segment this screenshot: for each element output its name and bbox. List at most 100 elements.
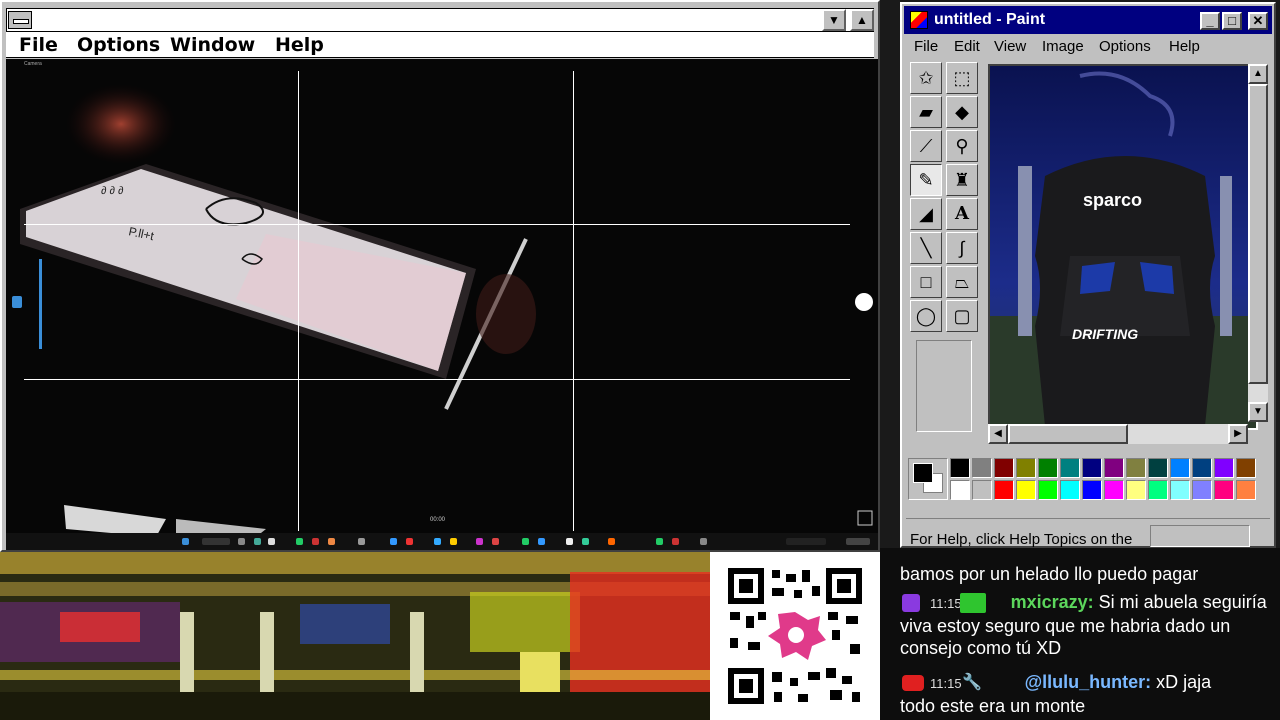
- brush-icon[interactable]: ♜: [946, 164, 978, 196]
- window-titlebar[interactable]: [6, 8, 874, 32]
- camera-preview: Camera P.ll+t ∂ ∂ ∂ 00:00: [6, 59, 878, 550]
- color-swatch[interactable]: [1104, 480, 1124, 500]
- close-button[interactable]: ✕: [1248, 12, 1268, 30]
- ellipse-icon[interactable]: ◯: [910, 300, 942, 332]
- color-swatch[interactable]: [1192, 458, 1212, 478]
- status-bar: For Help, click Help Topics on the: [906, 518, 1270, 548]
- color-swatch[interactable]: [972, 458, 992, 478]
- vertical-scroll-thumb[interactable]: [1248, 84, 1268, 384]
- tool-options[interactable]: [916, 340, 972, 432]
- menu-options[interactable]: Options: [77, 34, 160, 56]
- color-palette: [908, 458, 1256, 504]
- free-select-icon[interactable]: ✩: [910, 62, 942, 94]
- chat-message-cont: viva estoy seguro que me habria dado un: [900, 616, 1231, 636]
- svg-text:DRIFTING: DRIFTING: [1072, 326, 1138, 342]
- color-swatch[interactable]: [1060, 480, 1080, 500]
- menu-help[interactable]: Help: [1169, 38, 1200, 55]
- foreground-color: [913, 463, 933, 483]
- airbrush-icon[interactable]: ◢: [910, 198, 942, 230]
- swatch-grid: [950, 458, 1256, 504]
- youtube-icon: [902, 675, 924, 691]
- color-swatch[interactable]: [994, 480, 1014, 500]
- color-swatch[interactable]: [1016, 480, 1036, 500]
- maximize-button[interactable]: □: [1222, 12, 1242, 30]
- color-swatch[interactable]: [1038, 480, 1058, 500]
- chat-message-partial: bamos por un helado llo puedo pagar: [900, 564, 1199, 584]
- grid-line: [298, 71, 299, 531]
- color-swatch[interactable]: [1060, 458, 1080, 478]
- color-swatch[interactable]: [950, 480, 970, 500]
- menu-image[interactable]: Image: [1042, 38, 1084, 55]
- search-icon[interactable]: [202, 538, 230, 545]
- menu-help[interactable]: Help: [275, 34, 324, 56]
- color-swatch[interactable]: [1126, 480, 1146, 500]
- pencil-icon[interactable]: ✎: [910, 164, 942, 196]
- glitch-video: [0, 552, 710, 720]
- color-swatch[interactable]: [1192, 480, 1212, 500]
- menu-options[interactable]: Options: [1099, 38, 1151, 55]
- color-swatch[interactable]: [1082, 480, 1102, 500]
- fill-icon[interactable]: ◆: [946, 96, 978, 128]
- grid-line: [24, 379, 850, 380]
- canvas-image: sparco DRIFTING: [990, 66, 1256, 428]
- color-swatch[interactable]: [1082, 458, 1102, 478]
- start-icon[interactable]: [182, 538, 189, 545]
- chat-message-cont: consejo como tú XD: [900, 638, 1062, 658]
- eraser-icon[interactable]: ▰: [910, 96, 942, 128]
- horizontal-scrollbar[interactable]: ◀ ▶: [988, 424, 1248, 444]
- rectangle-icon[interactable]: □: [910, 266, 942, 298]
- paint-menu-bar: File Edit View Image Options Help: [904, 34, 1272, 60]
- scroll-right-icon[interactable]: ▶: [1228, 424, 1248, 444]
- chat-time: 11:15: [930, 596, 962, 611]
- paint-canvas[interactable]: sparco DRIFTING: [988, 64, 1258, 430]
- color-swatch[interactable]: [1148, 480, 1168, 500]
- color-swatch[interactable]: [1214, 458, 1234, 478]
- color-swatch[interactable]: [1236, 480, 1256, 500]
- paint-titlebar[interactable]: untitled - Paint _ □ ✕: [904, 6, 1272, 34]
- status-text: For Help, click Help Topics on the: [910, 531, 1133, 548]
- polygon-icon[interactable]: ⏢: [946, 266, 978, 298]
- wrench-icon: 🔧: [962, 674, 982, 691]
- menu-file[interactable]: File: [914, 38, 938, 55]
- maximize-button[interactable]: ▲: [850, 9, 874, 31]
- system-menu-icon[interactable]: [8, 11, 32, 29]
- minimize-button[interactable]: _: [1200, 12, 1220, 30]
- menu-edit[interactable]: Edit: [954, 38, 980, 55]
- recording-timer: 00:00: [430, 517, 446, 523]
- color-swatch[interactable]: [994, 458, 1014, 478]
- horizontal-scroll-thumb[interactable]: [1008, 424, 1128, 444]
- minimize-button[interactable]: ▼: [822, 9, 846, 31]
- curve-icon[interactable]: ∫: [946, 232, 978, 264]
- rounded-rect-icon[interactable]: ▢: [946, 300, 978, 332]
- scroll-up-icon[interactable]: ▲: [1248, 64, 1268, 84]
- color-swatch[interactable]: [1170, 458, 1190, 478]
- text-icon[interactable]: A: [946, 198, 978, 230]
- color-swatch[interactable]: [972, 480, 992, 500]
- color-swatch[interactable]: [1016, 458, 1036, 478]
- chat-text: Si mi abuela seguiría: [1098, 592, 1267, 612]
- vertical-scrollbar[interactable]: ▲ ▼: [1248, 64, 1268, 422]
- color-swatch[interactable]: [1126, 458, 1146, 478]
- scroll-down-icon[interactable]: ▼: [1248, 402, 1268, 422]
- menu-window[interactable]: Window: [170, 34, 255, 56]
- svg-text:∂ ∂ ∂: ∂ ∂ ∂: [101, 185, 124, 197]
- color-swatch[interactable]: [1104, 458, 1124, 478]
- scroll-left-icon[interactable]: ◀: [988, 424, 1008, 444]
- menu-view[interactable]: View: [994, 38, 1026, 55]
- chat-username: mxicrazy:: [1010, 592, 1094, 612]
- grid-line: [24, 224, 850, 225]
- current-colors[interactable]: [908, 458, 948, 500]
- color-swatch[interactable]: [1148, 458, 1168, 478]
- color-picker-icon[interactable]: ⟋: [910, 130, 942, 162]
- color-swatch[interactable]: [1038, 458, 1058, 478]
- rect-select-icon[interactable]: ⬚: [946, 62, 978, 94]
- line-icon[interactable]: ╲: [910, 232, 942, 264]
- color-swatch[interactable]: [1214, 480, 1234, 500]
- magnifier-icon[interactable]: ⚲: [946, 130, 978, 162]
- color-swatch[interactable]: [1170, 480, 1190, 500]
- paint-title: untitled - Paint: [934, 11, 1046, 28]
- color-swatch[interactable]: [950, 458, 970, 478]
- menu-file[interactable]: File: [19, 34, 58, 56]
- color-swatch[interactable]: [1236, 458, 1256, 478]
- twitch-icon: [902, 594, 920, 612]
